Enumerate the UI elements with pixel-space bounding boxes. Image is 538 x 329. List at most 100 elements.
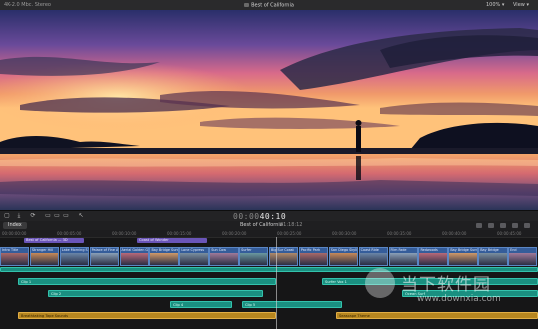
- clip-thumbnail: [60, 253, 89, 265]
- video-clip-label: Stranger Hill: [31, 248, 54, 252]
- watermark-url: www.downxia.com: [417, 294, 501, 304]
- project-duration: 01:18:12: [280, 222, 303, 228]
- clip-thumbnail: [180, 253, 208, 265]
- playhead[interactable]: [276, 237, 277, 329]
- video-clip[interactable]: Aerial Golden Gate: [119, 247, 149, 266]
- audio-meter-icon[interactable]: [476, 223, 482, 228]
- clip-appearance-icon[interactable]: ▢: [3, 213, 11, 219]
- video-clip[interactable]: Sun Cow: [209, 247, 239, 266]
- chapter-marker[interactable]: Best of California — 3D: [24, 238, 84, 243]
- zoom-icon[interactable]: [524, 223, 530, 228]
- video-clip-label: Intro Title: [2, 248, 19, 252]
- video-clip[interactable]: Bay Bridge Sunset 2: [448, 247, 478, 266]
- video-clip[interactable]: Big Sur Coast: [269, 247, 299, 266]
- clip-thumbnail: [299, 253, 328, 265]
- video-clip[interactable]: End: [508, 247, 538, 266]
- audio-clip[interactable]: Clip 2: [48, 290, 263, 297]
- video-clip[interactable]: Lake Morning Sun: [59, 247, 90, 266]
- viewer-title: Best of California: [0, 2, 538, 9]
- ruler-tick: 00:00:00:00: [2, 231, 27, 236]
- video-clip-label: Redwoods: [420, 248, 438, 252]
- viewer-title-label: Best of California: [251, 2, 294, 8]
- timecode-display: 00:0040:10: [233, 212, 286, 221]
- clip-thumbnail: [329, 253, 358, 265]
- video-clip-label: Bay Bridge: [480, 248, 499, 252]
- timeline-ruler[interactable]: 00:00:00:00 00:00:05:00 00:00:10:00 00:0…: [0, 230, 538, 238]
- watermark-logo-icon: [365, 268, 395, 298]
- project-name[interactable]: Best of California: [240, 223, 283, 228]
- index-button[interactable]: Index: [3, 222, 27, 229]
- video-clip[interactable]: San Diego Skyline: [328, 247, 359, 266]
- ruler-tick: 00:00:35:00: [387, 231, 412, 236]
- video-clip-label: Lone Cypress: [181, 248, 205, 252]
- video-clip[interactable]: Film Fade: [388, 247, 418, 266]
- film-icon: [244, 2, 250, 7]
- video-clip[interactable]: Intro Title: [0, 247, 30, 266]
- clip-thumbnail: [210, 253, 238, 265]
- select-tool-icon[interactable]: ⤓: [15, 213, 23, 219]
- clip-thumbnail: [419, 253, 447, 265]
- clip-thumbnail: [90, 253, 119, 265]
- clip-thumbnail: [240, 253, 268, 265]
- video-clip[interactable]: Bay Bridge Sunset: [149, 247, 179, 266]
- timecode-value: 40:10: [259, 212, 287, 221]
- snapping-icon[interactable]: [512, 223, 518, 228]
- audio-clip[interactable]: Clip 1: [18, 278, 276, 285]
- clip-thumbnail: [150, 253, 178, 265]
- video-clip-label: Big Sur Coast: [271, 248, 294, 252]
- ruler-tick: 00:00:25:00: [277, 231, 302, 236]
- video-clip-label: Surfer: [241, 248, 252, 252]
- insert-icon[interactable]: ▭: [62, 213, 70, 219]
- clip-thumbnail: [479, 253, 507, 265]
- video-clip[interactable]: Lone Cypress: [179, 247, 209, 266]
- video-clip-label: Aerial Golden Gate: [121, 248, 149, 252]
- video-clip[interactable]: Coast Ride: [358, 247, 389, 266]
- video-clip-label: San Diego Skyline: [330, 248, 358, 252]
- video-clip[interactable]: Pacific Park: [298, 247, 329, 266]
- video-clip-label: End: [510, 248, 517, 252]
- video-clip[interactable]: Bay Bridge: [478, 247, 508, 266]
- video-clip-label: Coast Ride: [360, 248, 379, 252]
- view-dropdown[interactable]: View ▾: [513, 2, 529, 8]
- ruler-tick: 00:00:45:00: [497, 231, 522, 236]
- transform-icon[interactable]: ⟳: [29, 213, 37, 219]
- ruler-tick: 00:00:30:00: [332, 231, 357, 236]
- clip-thumbnail: [359, 253, 388, 265]
- clip-thumbnail: [389, 253, 417, 265]
- watermark: 当下软件园 www.downxia.com: [365, 266, 535, 312]
- clip-thumbnail: [120, 253, 148, 265]
- arrow-tool-icon[interactable]: ↖: [77, 213, 85, 219]
- clip-thumbnail: [509, 253, 537, 265]
- video-clip[interactable]: Redwoods: [418, 247, 448, 266]
- video-clip[interactable]: Surfer: [239, 247, 269, 266]
- watermark-text: 当下软件园: [401, 275, 491, 295]
- video-clip-label: Film Fade: [390, 248, 407, 252]
- viewer-image: [0, 10, 538, 210]
- video-clip[interactable]: Palace of Fine Arts: [89, 247, 120, 266]
- chapter-marker[interactable]: Coast of Wonder: [137, 238, 207, 243]
- video-clip-label: Palace of Fine Arts: [91, 248, 119, 252]
- ruler-tick: 00:00:15:00: [167, 231, 192, 236]
- video-clip-label: Lake Morning Sun: [61, 248, 90, 252]
- clip-thumbnail: [449, 253, 477, 265]
- zoom-dropdown[interactable]: 100% ▾: [486, 2, 504, 8]
- headphones-icon[interactable]: [488, 223, 494, 228]
- video-clip-label: Pacific Park: [300, 248, 321, 252]
- music-clip[interactable]: Seascape Theme: [336, 312, 538, 319]
- timecode-hours: 00:00: [233, 212, 260, 221]
- video-clip-label: Bay Bridge Sunset 2: [450, 248, 477, 252]
- music-clip[interactable]: Breathtaking Tape Sounds: [18, 312, 276, 319]
- connect-icon[interactable]: ▭: [53, 213, 61, 219]
- ruler-tick: 00:00:40:00: [442, 231, 467, 236]
- video-clip[interactable]: Stranger Hill: [29, 247, 60, 266]
- audio-clip[interactable]: Clip 4: [170, 301, 232, 308]
- ruler-tick: 00:00:05:00: [57, 231, 82, 236]
- skimming-icon[interactable]: [500, 223, 506, 228]
- audio-clip[interactable]: Clip 5: [242, 301, 342, 308]
- ruler-tick: 00:00:20:00: [222, 231, 247, 236]
- clip-thumbnail: [1, 253, 29, 265]
- append-icon[interactable]: ▭: [44, 213, 52, 219]
- video-clip-label: Sun Cow: [211, 248, 226, 252]
- clip-thumbnail: [270, 253, 298, 265]
- ruler-tick: 00:00:10:00: [112, 231, 137, 236]
